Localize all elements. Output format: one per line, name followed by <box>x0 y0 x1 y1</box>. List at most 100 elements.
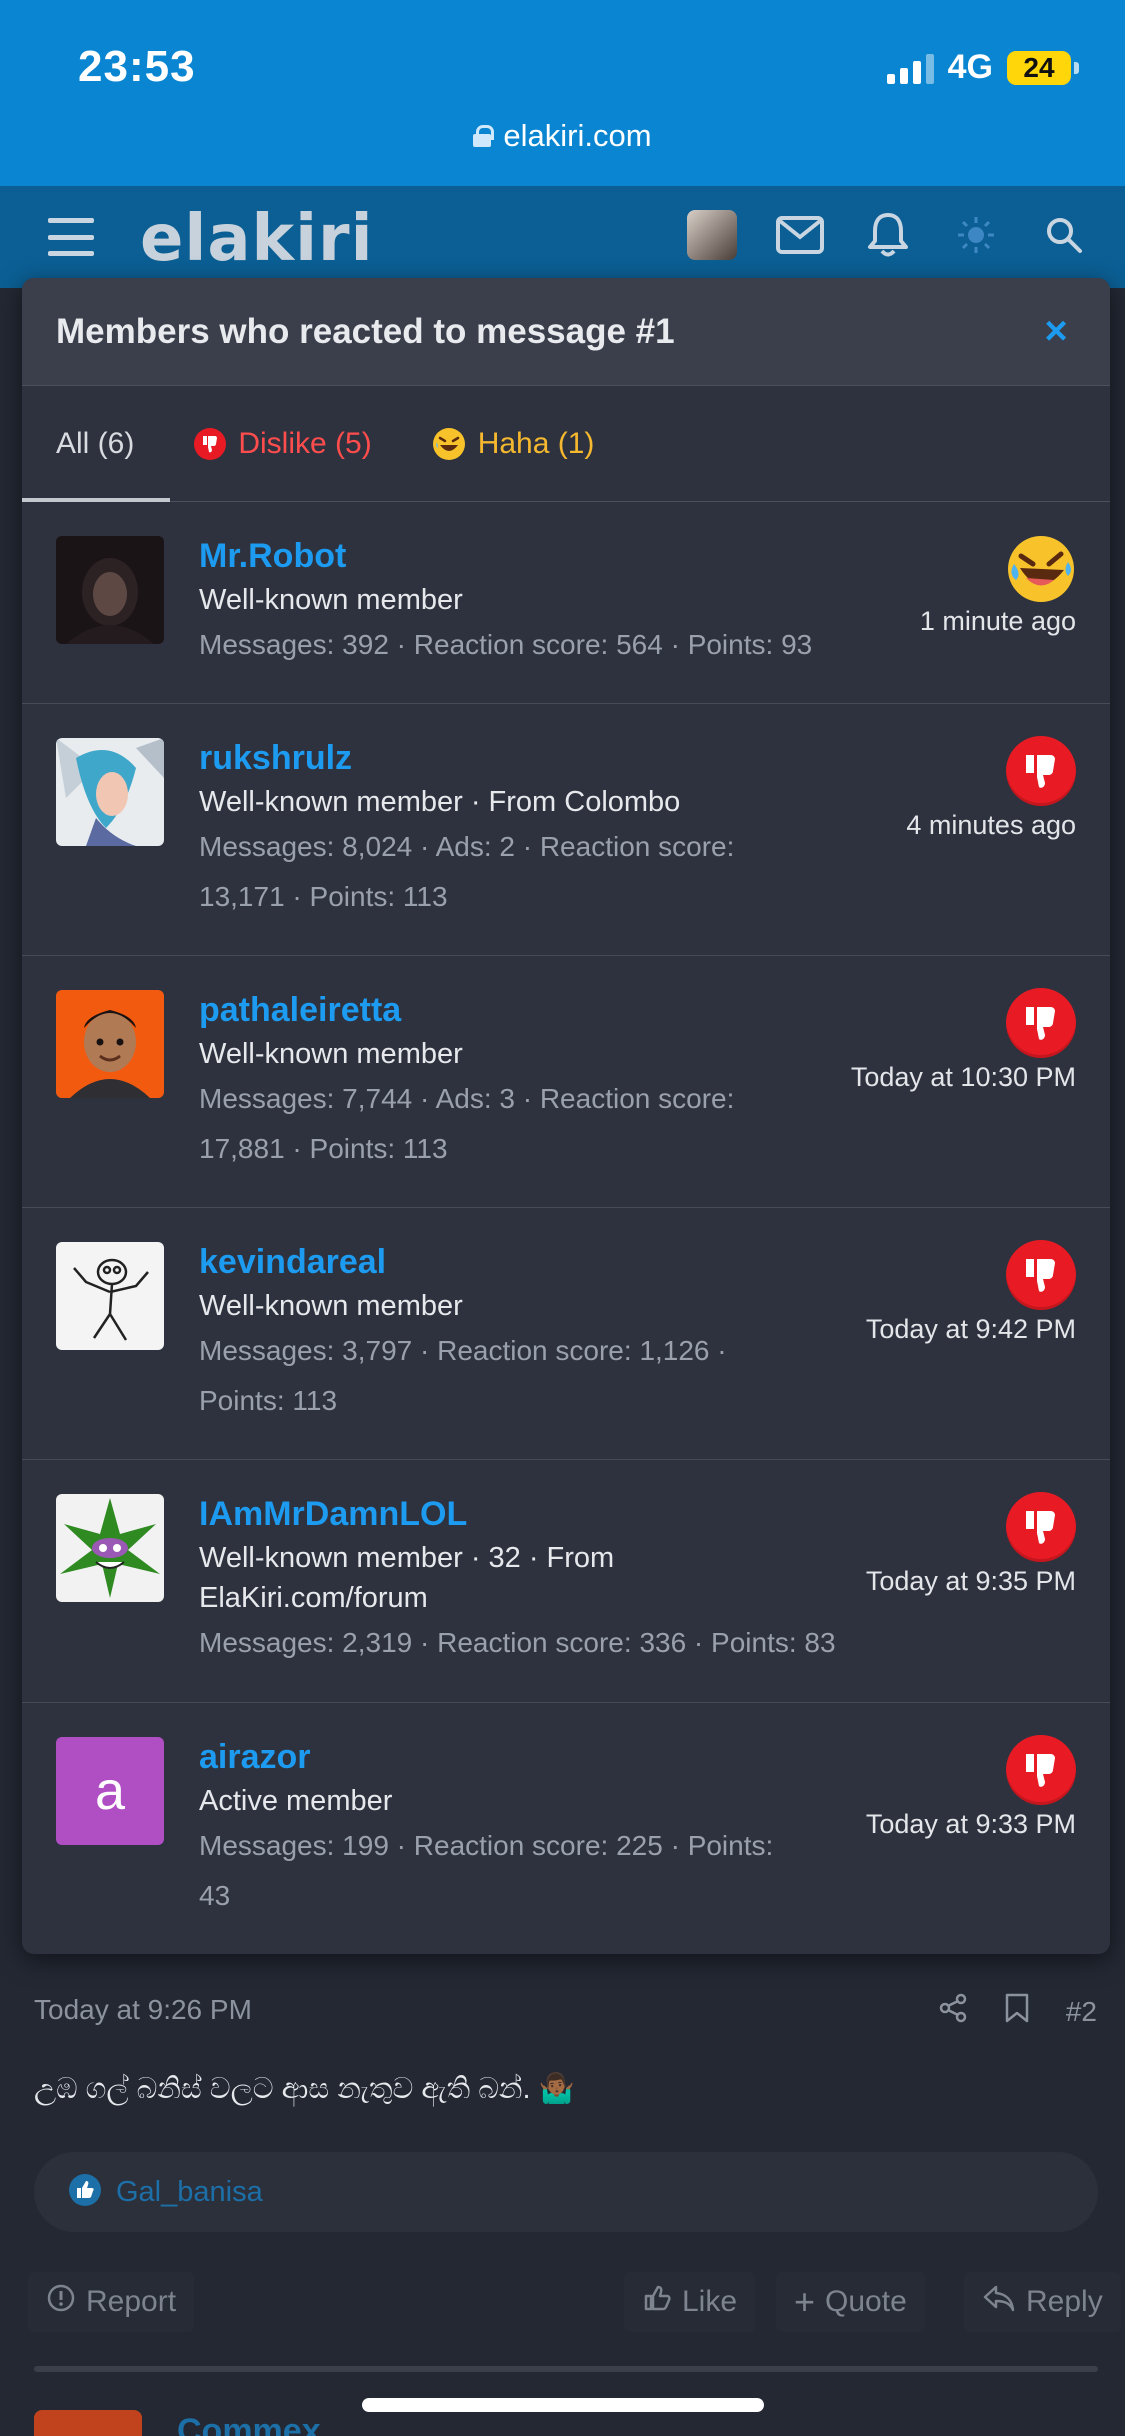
like-button[interactable]: Like <box>624 2272 756 2332</box>
bookmark-icon[interactable] <box>1004 1992 1030 2031</box>
member-title: Active member <box>199 1785 393 1817</box>
report-label: Report <box>86 2285 177 2318</box>
search-icon[interactable] <box>1039 210 1089 260</box>
member-name[interactable]: Mr.Robot <box>199 534 859 578</box>
list-item: rukshrulz Well-known member · From Colom… <box>22 704 1110 956</box>
member-stats-line: Messages: 199 · Reaction score: 225 · Po… <box>199 1830 774 1861</box>
like-label: Like <box>682 2285 738 2318</box>
list-item: IAmMrDamnLOL Well-known member · 32 · Fr… <box>22 1460 1110 1703</box>
memoji-avatar[interactable] <box>56 990 164 1098</box>
haha-icon <box>432 427 466 461</box>
post-divider <box>34 2366 1098 2372</box>
anime-character-avatar[interactable] <box>56 738 164 846</box>
post-action-bar: Report Like + Quote Reply <box>28 2272 1121 2332</box>
site-logo[interactable]: elakiri <box>140 202 374 276</box>
reply-label: Reply <box>1026 2285 1103 2318</box>
share-icon[interactable] <box>938 1993 968 2030</box>
reaction-summary[interactable]: Gal_banisa <box>34 2152 1098 2232</box>
reaction-time[interactable]: Today at 9:33 PM <box>866 1809 1076 1840</box>
dislike-icon <box>194 427 227 460</box>
reacted-user-link[interactable]: Gal_banisa <box>116 2176 263 2209</box>
leaf-character-avatar[interactable] <box>56 1494 164 1602</box>
bell-icon[interactable] <box>863 210 913 260</box>
reaction-time[interactable]: 4 minutes ago <box>906 810 1076 841</box>
reaction-list: Mr.Robot Well-known member Messages: 392… <box>22 502 1110 1953</box>
member-name[interactable]: pathaleiretta <box>199 988 859 1032</box>
lock-icon <box>473 125 495 147</box>
next-post-avatar[interactable] <box>34 2410 142 2436</box>
url-text: elakiri.com <box>503 118 652 153</box>
member-name[interactable]: rukshrulz <box>199 736 859 780</box>
member-title-line: Well-known member · 32 · From <box>199 1542 615 1574</box>
report-button[interactable]: Report <box>28 2272 195 2332</box>
clock: 23:53 <box>78 42 196 91</box>
tab-all-label: All (6) <box>56 426 135 460</box>
menu-icon[interactable] <box>48 218 94 256</box>
mail-icon[interactable] <box>775 210 825 260</box>
member-stats-line: Points: 113 <box>199 1385 338 1416</box>
plus-icon: + <box>794 2281 816 2322</box>
quote-button[interactable]: + Quote <box>776 2272 925 2332</box>
letter-avatar[interactable]: a <box>56 1737 164 1845</box>
list-item: pathaleiretta Well-known member Messages… <box>22 956 1110 1208</box>
list-item: a airazor Active member Messages: 199 · … <box>22 1703 1110 1953</box>
avatar-letter: a <box>94 1761 126 1821</box>
list-item: kevindareal Well-known member Messages: … <box>22 1208 1110 1460</box>
user-avatar[interactable] <box>687 210 737 260</box>
member-info: airazor Active member Messages: 199 · Re… <box>199 1735 859 1921</box>
member-stats: Messages: 392 · Reaction score: 564 · Po… <box>199 629 813 660</box>
status-indicators: 4G 24 <box>886 48 1079 87</box>
member-stats: Messages: 3,797 · Reaction score: 1,126 … <box>199 1326 859 1426</box>
member-name[interactable]: kevindareal <box>199 1240 859 1284</box>
haha-icon <box>1006 534 1076 604</box>
reactions-modal: Members who reacted to message #1 × All … <box>22 278 1110 1954</box>
reaction-time[interactable]: Today at 9:42 PM <box>866 1314 1076 1345</box>
member-stats: Messages: 7,744 · Ads: 3 · Reaction scor… <box>199 1074 859 1174</box>
reaction-time[interactable]: 1 minute ago <box>920 606 1076 637</box>
theme-toggle-icon[interactable] <box>951 210 1001 260</box>
tab-haha[interactable]: Haha (1) <box>432 386 595 502</box>
sketch-character-avatar[interactable] <box>56 1242 164 1350</box>
tab-all[interactable]: All (6) <box>56 386 134 502</box>
close-icon[interactable]: × <box>1036 309 1076 354</box>
member-stats-line: Messages: 8,024 · Ads: 2 · Reaction scor… <box>199 831 735 862</box>
address-bar[interactable]: elakiri.com <box>0 118 1125 154</box>
dislike-icon <box>1006 1240 1076 1310</box>
dislike-icon <box>1006 988 1076 1058</box>
tab-haha-label: Haha (1) <box>477 426 595 460</box>
member-info: rukshrulz Well-known member · From Colom… <box>199 736 859 922</box>
like-reaction-icon <box>68 2173 102 2212</box>
member-stats-line: 17,881 · Points: 113 <box>199 1133 448 1164</box>
reaction-time[interactable]: Today at 10:30 PM <box>851 1062 1076 1093</box>
member-stats-line: 13,171 · Points: 113 <box>199 881 448 912</box>
tab-dislike[interactable]: Dislike (5) <box>194 386 372 502</box>
reply-button[interactable]: Reply <box>964 2272 1121 2332</box>
reaction-time[interactable]: Today at 9:35 PM <box>866 1566 1076 1597</box>
member-title: Well-known member · 32 · From ElaKiri.co… <box>199 1538 859 1618</box>
member-info: pathaleiretta Well-known member Messages… <box>199 988 859 1174</box>
next-post-author[interactable]: Commex <box>177 2412 321 2436</box>
home-indicator[interactable] <box>362 2398 764 2412</box>
member-stats-line: 43 <box>199 1880 231 1911</box>
member-info: Mr.Robot Well-known member Messages: 392… <box>199 534 859 670</box>
battery-level: 24 <box>1007 50 1071 85</box>
member-name[interactable]: airazor <box>199 1735 859 1779</box>
person-hood-avatar[interactable] <box>56 536 164 644</box>
member-info: IAmMrDamnLOL Well-known member · 32 · Fr… <box>199 1492 859 1668</box>
battery-icon: 24 <box>1007 50 1079 85</box>
reaction-tabs: All (6) Dislike (5) Haha (1) <box>22 386 1110 502</box>
post-number[interactable]: #2 <box>1066 1996 1097 2028</box>
header-actions <box>687 210 1089 260</box>
member-stats: Messages: 2,319 · Reaction score: 336 · … <box>199 1627 836 1658</box>
post-timestamp[interactable]: Today at 9:26 PM <box>34 1994 252 2026</box>
cellular-signal-icon <box>886 52 934 84</box>
member-title: Well-known member <box>199 1290 463 1322</box>
member-title-line: ElaKiri.com/forum <box>199 1582 428 1614</box>
member-title: Well-known member <box>199 584 463 616</box>
tab-dislike-label: Dislike (5) <box>238 426 372 460</box>
modal-header: Members who reacted to message #1 × <box>22 278 1110 386</box>
member-stats-line: Messages: 7,744 · Ads: 3 · Reaction scor… <box>199 1083 735 1114</box>
member-name[interactable]: IAmMrDamnLOL <box>199 1492 859 1536</box>
dislike-icon <box>1006 736 1076 806</box>
post-text: උඹ ගල් බනිස් වලට ආස නැතුව ඇති බන්. 🤷🏾‍♂️ <box>34 2073 575 2105</box>
